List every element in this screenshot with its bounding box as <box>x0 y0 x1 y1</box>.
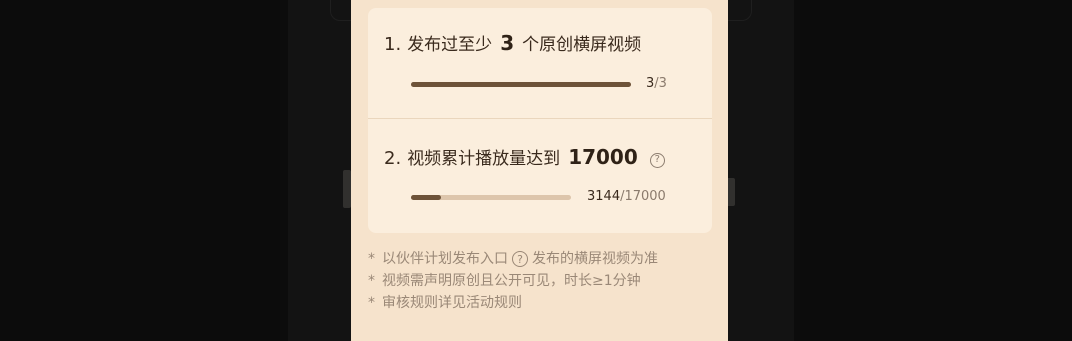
task-2-progress-current: 3144 <box>587 189 621 204</box>
task-divider <box>368 118 712 119</box>
task-1-target: 3 <box>500 31 515 55</box>
task-1-index: 1. <box>384 34 402 55</box>
task-1-progress-fill <box>411 82 631 87</box>
task-2-progress-fill <box>411 195 441 200</box>
note-item: * 审核规则详见活动规则 <box>368 292 718 314</box>
task-1-progress-bar <box>411 82 631 87</box>
note-item: * 以伙伴计划发布入口 ? 发布的横屏视频为准 <box>368 248 718 270</box>
question-circle-icon[interactable]: ? <box>512 251 528 267</box>
note-text: 审核规则详见活动规则 <box>382 295 522 311</box>
note-item: * 视频需声明原创且公开可见，时长≥1分钟 <box>368 270 718 292</box>
task-2-index: 2. <box>384 148 402 169</box>
task-1-progress-total: /3 <box>654 76 667 91</box>
note-text: 发布的横屏视频为准 <box>532 251 658 267</box>
task-1-suffix: 个原创横屏视频 <box>522 35 642 55</box>
note-bullet: * <box>368 273 375 289</box>
note-text: 以伙伴计划发布入口 <box>382 251 508 267</box>
question-circle-icon[interactable]: ? <box>649 152 665 168</box>
note-text: 视频需声明原创且公开可见，时长≥1分钟 <box>382 273 641 289</box>
note-bullet: * <box>368 295 375 311</box>
task-2-progress-bar <box>411 195 571 200</box>
task-2-title: 2. 视频累计播放量达到 17000 ? <box>384 144 665 174</box>
task-1-prefix: 发布过至少 <box>407 35 493 55</box>
rules-notes: * 以伙伴计划发布入口 ? 发布的横屏视频为准 * 视频需声明原创且公开可见，时… <box>368 248 718 314</box>
background-glyph-left <box>343 170 351 208</box>
task-1-title: 1. 发布过至少 3 个原创横屏视频 <box>384 30 641 60</box>
task-1-progress-count: 3/3 <box>646 76 667 91</box>
task-2-progress-count: 3144/17000 <box>587 189 666 204</box>
task-2-prefix: 视频累计播放量达到 <box>407 149 561 169</box>
task-2-target: 17000 <box>568 145 638 169</box>
note-bullet: * <box>368 251 375 267</box>
task-2-progress-total: /17000 <box>620 189 666 204</box>
